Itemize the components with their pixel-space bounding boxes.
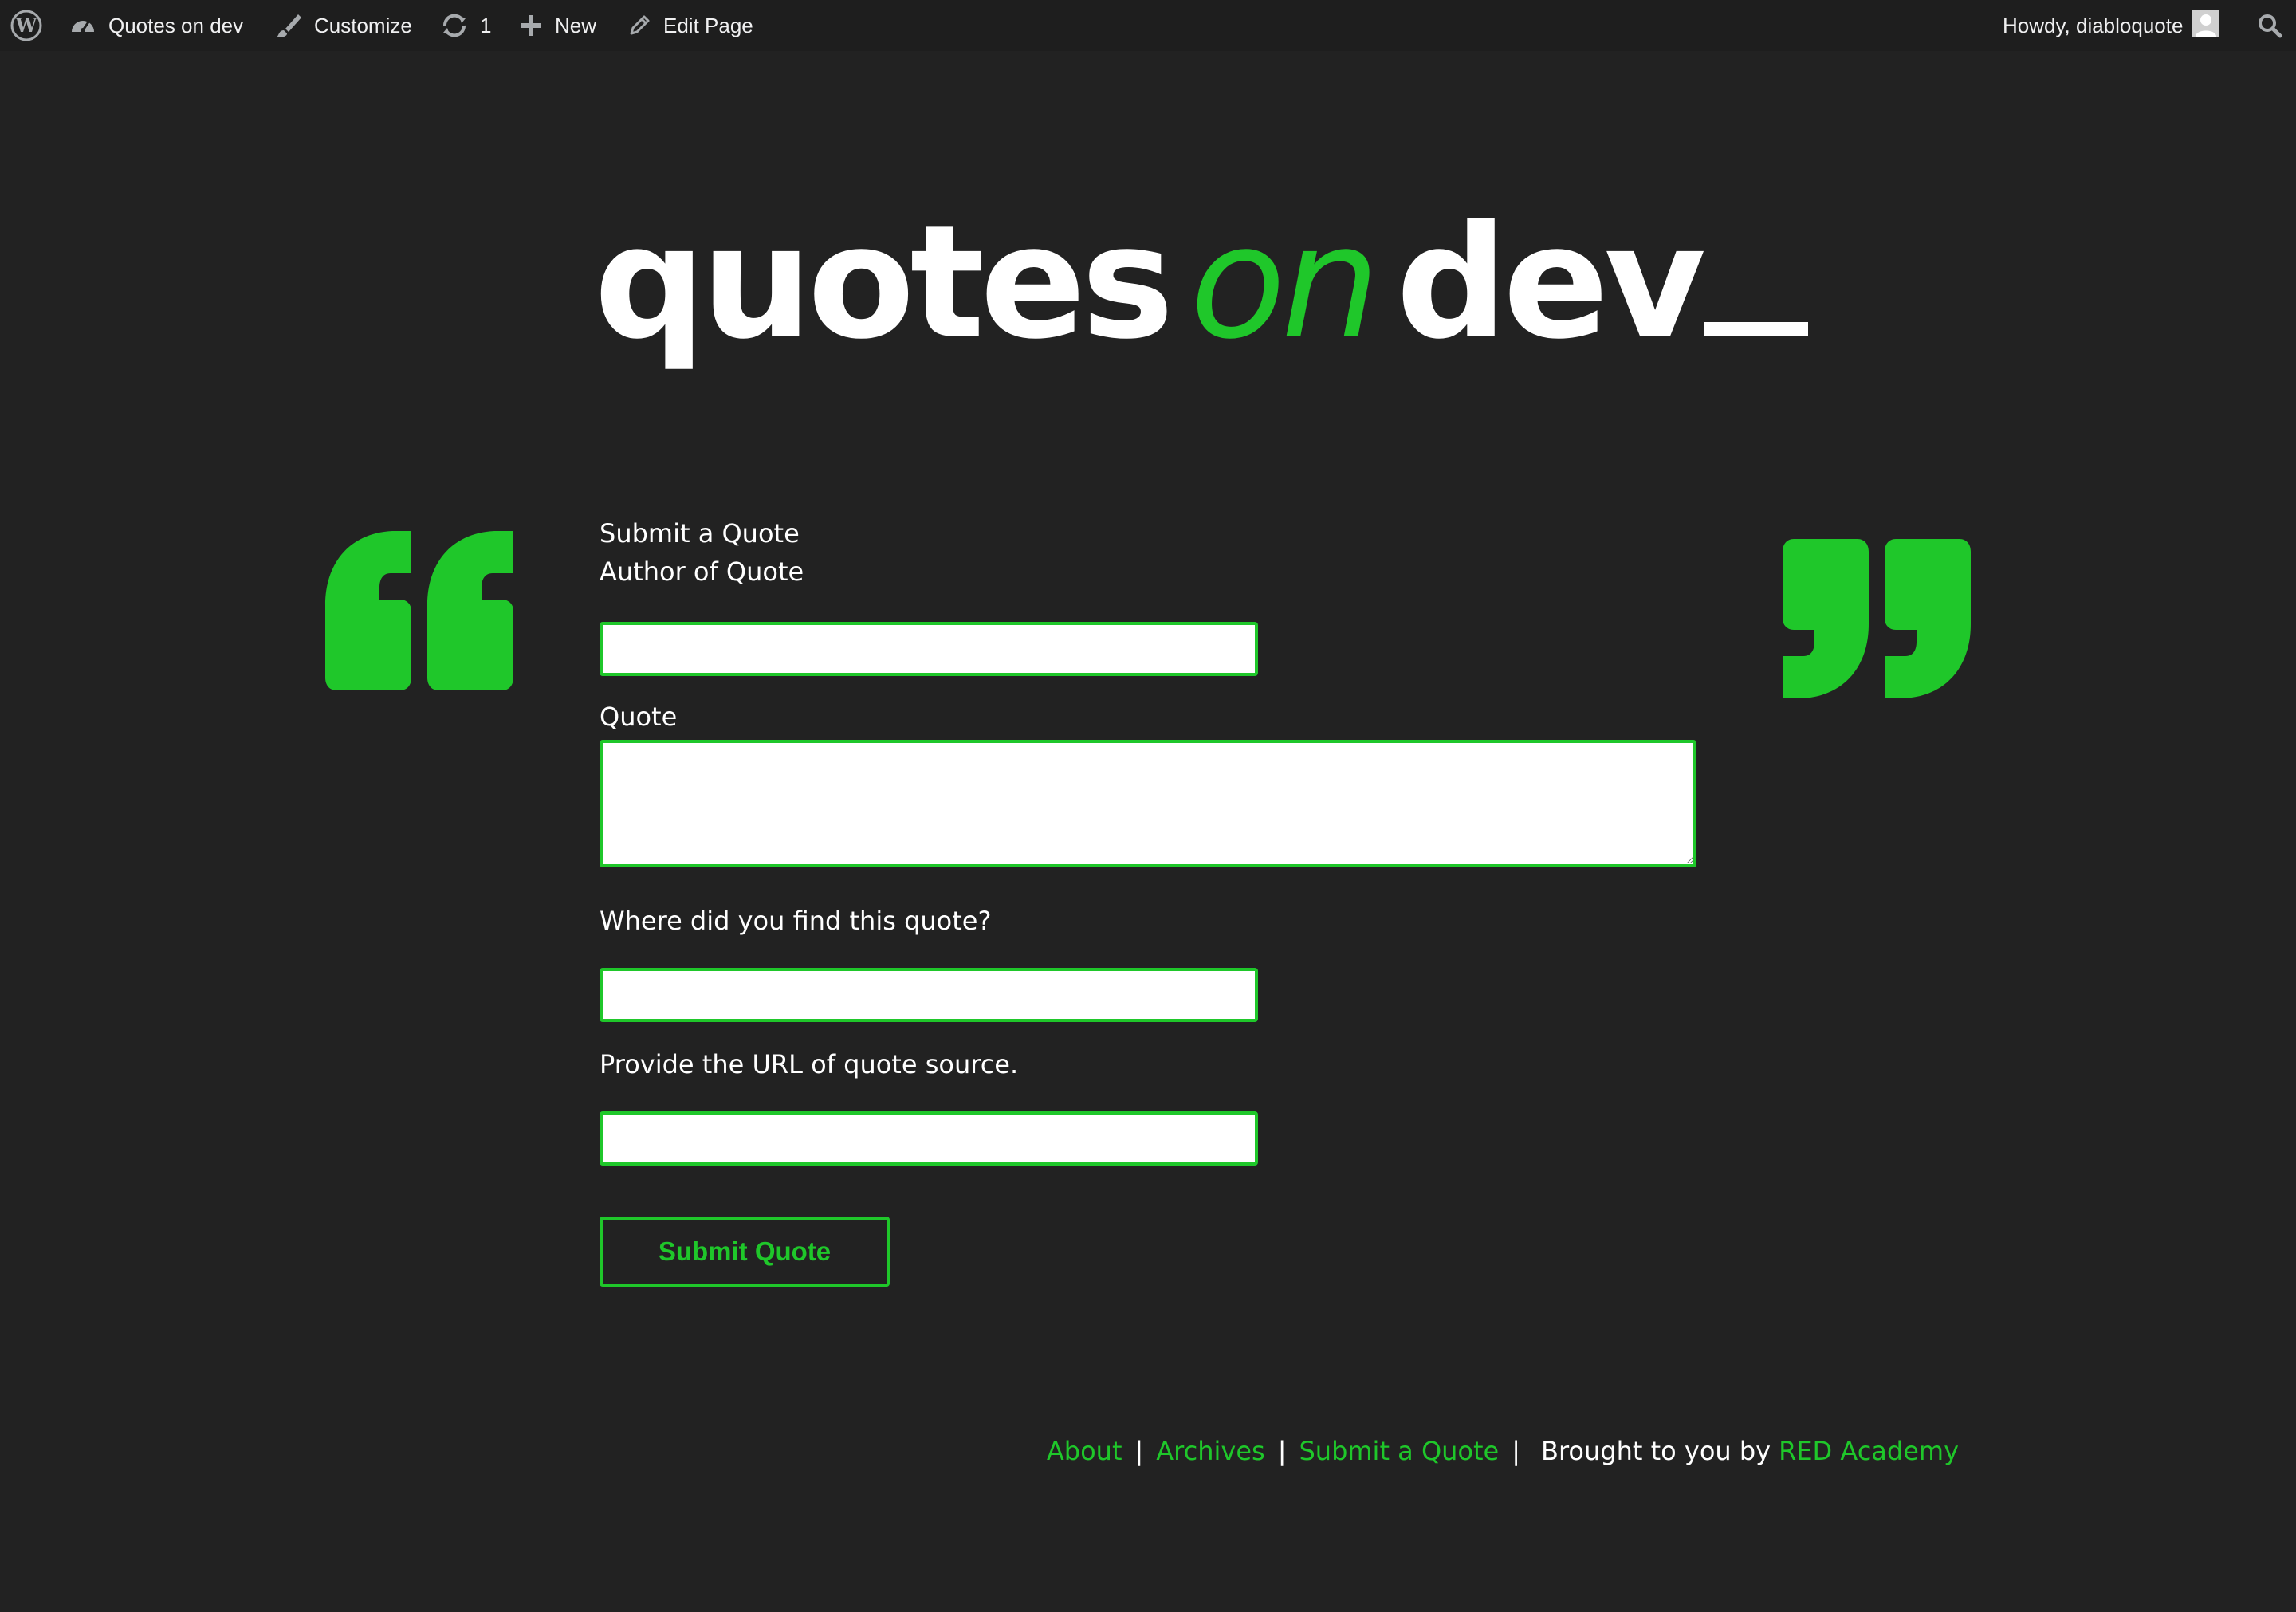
footer-link-archives[interactable]: Archives	[1156, 1436, 1264, 1466]
site-name-label: Quotes on dev	[108, 13, 244, 37]
customize-label: Customize	[314, 13, 412, 37]
new-content-menu[interactable]: New	[518, 0, 596, 51]
edit-page-link[interactable]: Edit Page	[627, 0, 753, 51]
footer-separator: |	[1512, 1436, 1520, 1466]
edit-page-label: Edit Page	[663, 13, 753, 37]
site-name-menu[interactable]: Quotes on dev	[69, 0, 243, 51]
wordpress-logo-icon: W	[10, 9, 43, 42]
site-title-dev: dev	[1395, 192, 1706, 374]
open-quote-icon	[325, 531, 513, 690]
source-label: Where did you find this quote?	[600, 906, 992, 936]
my-account-menu[interactable]: Howdy, diabloquote	[2003, 0, 2220, 51]
form-heading: Submit a Quote	[600, 518, 800, 548]
submit-quote-button[interactable]: Submit Quote	[600, 1217, 890, 1287]
author-label: Author of Quote	[600, 556, 804, 587]
footer: About | Archives | Submit a Quote | Brou…	[1047, 1431, 1959, 1471]
howdy-label: Howdy, diabloquote	[2003, 13, 2184, 37]
footer-credit-text: Brought to you by	[1541, 1436, 1771, 1466]
footer-link-submit-quote[interactable]: Submit a Quote	[1299, 1436, 1499, 1466]
footer-separator: |	[1134, 1436, 1144, 1466]
updates-count: 1	[480, 13, 492, 37]
footer-link-red-academy[interactable]: RED Academy	[1779, 1436, 1959, 1466]
site-title-quotes: quotes	[594, 192, 1174, 374]
quote-textarea[interactable]	[600, 740, 1696, 867]
updates-icon	[440, 11, 469, 40]
wordpress-logo-button[interactable]: W	[10, 0, 43, 51]
updates-link[interactable]: 1	[440, 0, 491, 51]
dashboard-icon	[69, 11, 97, 40]
footer-link-about[interactable]: About	[1047, 1436, 1122, 1466]
pencil-icon	[627, 13, 652, 38]
new-label: New	[555, 13, 597, 37]
plus-icon	[518, 13, 544, 38]
close-quote-icon	[1783, 539, 1971, 698]
admin-bar: W Quotes on dev Customize 1 New Edit Pag…	[0, 0, 2296, 51]
cursor-underscore	[1704, 322, 1808, 336]
customize-link[interactable]: Customize	[274, 0, 412, 51]
paintbrush-icon	[274, 11, 303, 40]
source-input[interactable]	[600, 968, 1258, 1022]
url-label: Provide the URL of quote source.	[600, 1049, 1019, 1079]
quote-label: Quote	[600, 702, 678, 732]
site-title-on: on	[1189, 192, 1380, 374]
avatar	[2192, 9, 2220, 42]
author-input[interactable]	[600, 622, 1258, 676]
search-button[interactable]	[2256, 0, 2283, 51]
search-icon	[2256, 12, 2283, 39]
site-title[interactable]: quotes on dev	[594, 203, 1808, 411]
url-input[interactable]	[600, 1111, 1258, 1166]
svg-text:W: W	[15, 14, 38, 37]
footer-separator: |	[1277, 1436, 1287, 1466]
